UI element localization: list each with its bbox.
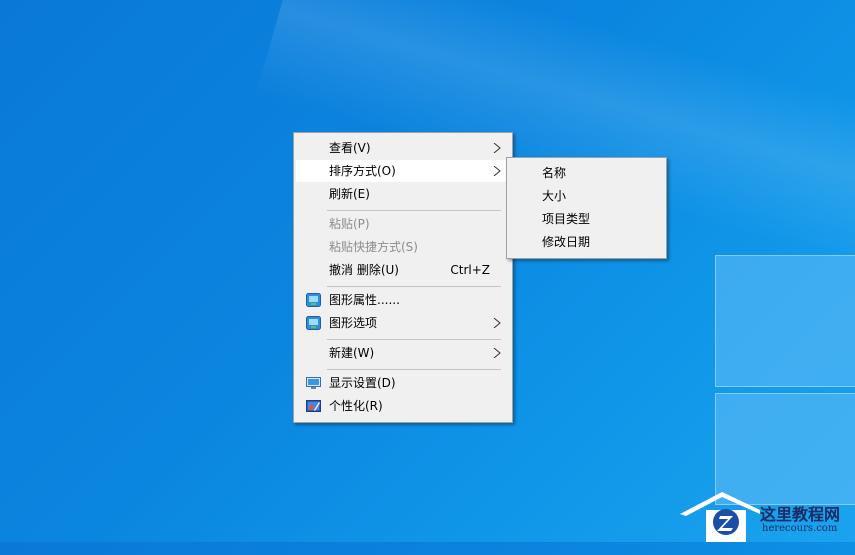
chevron-right-icon [493,143,501,153]
menu-item-personalize[interactable]: 个性化(R) [296,395,510,417]
sort-by-submenu: 名称 大小 项目类型 修改日期 [506,157,667,259]
menu-item-undo-delete[interactable]: 撤消 删除(U) Ctrl+Z [296,259,510,281]
submenu-item-label: 项目类型 [542,212,591,226]
chevron-right-icon [493,318,501,328]
submenu-item-size[interactable]: 大小 [509,185,664,207]
menu-separator [327,286,501,287]
menu-item-label: 撤消 删除(U) [329,263,399,277]
submenu-item-type[interactable]: 项目类型 [509,208,664,230]
menu-item-graphics-options[interactable]: 图形选项 [296,312,510,334]
windows-logo-pane-bottom [715,393,855,505]
submenu-item-name[interactable]: 名称 [509,162,664,184]
submenu-item-label: 名称 [542,166,567,180]
menu-item-label: 排序方式(O) [329,164,396,178]
menu-item-paste[interactable]: 粘贴(P) [296,213,510,235]
intel-graphics-icon [306,316,321,330]
watermark-title: 这里教程网 [760,505,841,524]
chevron-right-icon [493,166,501,176]
menu-item-paste-shortcut[interactable]: 粘贴快捷方式(S) [296,236,510,258]
menu-item-label: 个性化(R) [329,399,383,413]
submenu-item-label: 大小 [542,189,567,203]
menu-item-shortcut: Ctrl+Z [450,263,490,277]
menu-item-label: 刷新(E) [329,187,370,201]
menu-item-label: 查看(V) [329,141,371,155]
menu-separator [327,369,501,370]
watermark-logo-icon [680,492,760,542]
monitor-icon [306,377,321,389]
submenu-item-date-modified[interactable]: 修改日期 [509,231,664,253]
menu-item-label: 显示设置(D) [329,376,396,390]
menu-item-label: 新建(W) [329,346,375,360]
intel-graphics-icon [306,293,321,307]
menu-item-view[interactable]: 查看(V) [296,137,510,159]
menu-item-label: 粘贴快捷方式(S) [329,240,418,254]
personalize-icon [306,400,321,412]
menu-separator [327,339,501,340]
watermark: 这里教程网 herecours.com [680,492,855,542]
submenu-item-label: 修改日期 [542,235,591,249]
windows-logo-pane-top [715,255,855,387]
watermark-url: herecours.com [762,523,838,534]
menu-item-label: 图形属性...... [329,293,400,307]
menu-item-label: 图形选项 [329,316,378,330]
chevron-right-icon [493,348,501,358]
menu-item-refresh[interactable]: 刷新(E) [296,183,510,205]
menu-item-label: 粘贴(P) [329,217,370,231]
desktop-context-menu: 查看(V) 排序方式(O) 刷新(E) 粘贴(P) 粘贴快捷方式(S) 撤消 删… [293,132,513,423]
menu-item-sort-by[interactable]: 排序方式(O) [296,160,510,182]
menu-item-graphics-properties[interactable]: 图形属性...... [296,289,510,311]
menu-item-new[interactable]: 新建(W) [296,342,510,364]
menu-item-display-settings[interactable]: 显示设置(D) [296,372,510,394]
menu-separator [327,210,501,211]
